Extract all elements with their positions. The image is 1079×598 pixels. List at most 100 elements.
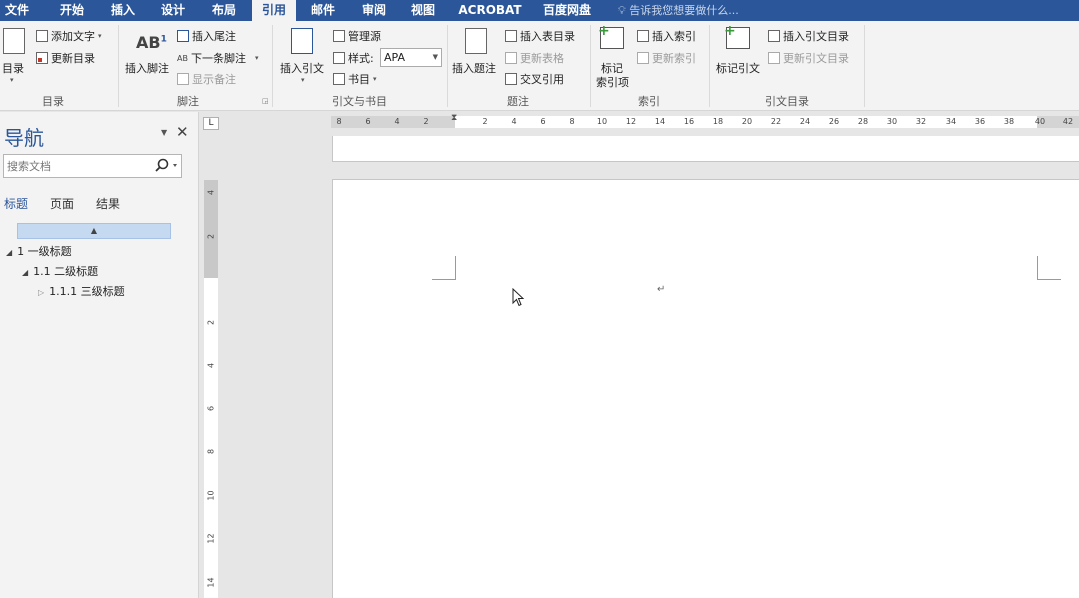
insert-caption-icon bbox=[465, 28, 487, 54]
heading-item-level3[interactable]: ▷ 1.1.1 三级标题 bbox=[38, 283, 125, 299]
chevron-down-icon: ▼ bbox=[432, 53, 438, 61]
toc-dropdown-icon[interactable]: ▾ bbox=[10, 76, 14, 84]
ribbon: 目录 ▾ 添加文字 ▾ 更新目录 目录 AB1 插入脚注 插入尾注 AB 下一条脚注… bbox=[0, 21, 1079, 111]
insert-toa-icon bbox=[768, 30, 780, 42]
tab-selector[interactable]: L bbox=[203, 117, 219, 130]
insert-endnote-button[interactable]: 插入尾注 bbox=[177, 28, 236, 44]
collapsed-triangle-icon[interactable]: ▷ bbox=[38, 288, 44, 297]
manage-sources-button[interactable]: 管理源 bbox=[333, 28, 381, 44]
group-separator bbox=[709, 25, 710, 107]
insert-footnote-icon: AB1 bbox=[136, 33, 167, 52]
show-notes-icon bbox=[177, 73, 189, 85]
tab-view[interactable]: 视图 bbox=[406, 0, 440, 21]
nav-search-box bbox=[3, 154, 182, 178]
collapse-headings-bar[interactable]: ▲ bbox=[17, 223, 171, 239]
ruler-tick: 2 bbox=[206, 319, 216, 326]
tab-design[interactable]: 设计 bbox=[156, 0, 190, 21]
ruler-tick: 4 bbox=[511, 117, 517, 126]
ruler-tick: 18 bbox=[712, 117, 724, 126]
next-footnote-icon: AB bbox=[177, 53, 188, 63]
tab-mailings[interactable]: 邮件 bbox=[306, 0, 340, 21]
ruler-tick: 12 bbox=[625, 117, 637, 126]
group-separator bbox=[590, 25, 591, 107]
first-line-indent-marker-icon[interactable]: ⧗ bbox=[451, 113, 457, 123]
ruler-tick: 10 bbox=[596, 117, 608, 126]
tab-review[interactable]: 审阅 bbox=[356, 0, 392, 21]
heading-item-level1[interactable]: ◢ 1 一级标题 bbox=[6, 243, 72, 259]
mouse-cursor-icon bbox=[512, 288, 525, 307]
show-notes-button[interactable]: 显示备注 bbox=[177, 71, 236, 87]
bibliography-button[interactable]: 书目 ▾ bbox=[333, 71, 377, 87]
ruler-tick: 14 bbox=[654, 117, 666, 126]
tell-me-text: 告诉我您想要做什么... bbox=[629, 4, 739, 17]
heading-item-level2[interactable]: ◢ 1.1 二级标题 bbox=[22, 263, 98, 279]
expanded-triangle-icon[interactable]: ◢ bbox=[22, 268, 28, 277]
update-toa-button[interactable]: 更新引文目录 bbox=[768, 50, 849, 66]
ruler-tick: 4 bbox=[394, 117, 400, 126]
plus-icon: + bbox=[598, 23, 610, 39]
tab-acrobat[interactable]: ACROBAT bbox=[456, 0, 524, 21]
tab-insert[interactable]: 插入 bbox=[106, 0, 140, 21]
ruler-tick: 22 bbox=[770, 117, 782, 126]
tab-file[interactable]: 文件 bbox=[0, 0, 34, 21]
next-footnote-button[interactable]: AB 下一条脚注 ▾ bbox=[177, 50, 258, 66]
style-label: 样式: bbox=[333, 50, 374, 66]
navigation-pane: 导航 ▼ ✕ 标题 页面 结果 ▲ ◢1 一级标题 ◢1.1 二级标题 ▷1.1… bbox=[0, 112, 199, 598]
group-toc-label: 目录 bbox=[42, 95, 64, 108]
insert-caption-button[interactable]: 插入题注 bbox=[452, 60, 496, 76]
add-text-button[interactable]: 添加文字 ▾ bbox=[36, 28, 102, 44]
insert-toa-button[interactable]: 插入引文目录 bbox=[768, 28, 849, 44]
left-margin-shade bbox=[331, 116, 455, 128]
paragraph-mark: ↵ bbox=[657, 284, 666, 295]
table-of-contents-icon bbox=[3, 28, 25, 54]
mark-citation-button[interactable]: 标记引文 bbox=[716, 60, 760, 76]
update-table-button[interactable]: 更新表格 bbox=[505, 50, 564, 66]
nav-search-input[interactable] bbox=[7, 158, 147, 174]
group-separator bbox=[864, 25, 865, 107]
update-toc-button[interactable]: 更新目录 bbox=[36, 50, 95, 66]
ruler-tick: 16 bbox=[683, 117, 695, 126]
footnote-dialog-launcher-icon[interactable]: ◲ bbox=[262, 97, 269, 105]
insert-citation-button[interactable]: 插入引文 bbox=[280, 60, 324, 76]
citation-style-select[interactable]: APA ▼ bbox=[380, 48, 442, 67]
vertical-ruler[interactable]: 4 2 2 4 6 8 10 12 14 bbox=[204, 180, 218, 598]
expanded-triangle-icon[interactable]: ◢ bbox=[6, 248, 12, 257]
tell-me-box[interactable]: 💡︎ 告诉我您想要做什么... bbox=[618, 0, 739, 21]
ruler-tick: 42 bbox=[1062, 117, 1074, 126]
cross-reference-button[interactable]: 交叉引用 bbox=[505, 71, 564, 87]
ruler-tick: 10 bbox=[206, 490, 216, 501]
nav-search-button[interactable] bbox=[152, 157, 180, 175]
ruler-tick: 30 bbox=[886, 117, 898, 126]
insert-footnote-button[interactable]: 插入脚注 bbox=[125, 60, 169, 76]
ruler-tick: 38 bbox=[1003, 117, 1015, 126]
group-citations-label: 引文与书目 bbox=[332, 95, 387, 108]
nav-title: 导航 bbox=[4, 126, 44, 150]
insert-citation-icon bbox=[291, 28, 313, 54]
insert-table-of-figures-button[interactable]: 插入表目录 bbox=[505, 28, 575, 44]
ruler-tick: 6 bbox=[206, 405, 216, 412]
nav-tab-results[interactable]: 结果 bbox=[96, 195, 120, 212]
tab-references[interactable]: 引用 bbox=[252, 0, 296, 21]
insert-index-button[interactable]: 插入索引 bbox=[637, 28, 696, 44]
ruler-tick: 2 bbox=[423, 117, 429, 126]
nav-tab-pages[interactable]: 页面 bbox=[50, 195, 74, 212]
update-index-button[interactable]: 更新索引 bbox=[637, 50, 696, 66]
update-toa-icon bbox=[768, 52, 780, 64]
previous-page-bottom bbox=[332, 136, 1079, 162]
document-page[interactable] bbox=[332, 179, 1079, 598]
group-index-label: 索引 bbox=[638, 95, 660, 108]
ruler-tick: 8 bbox=[336, 117, 342, 126]
close-icon[interactable]: ✕ bbox=[176, 123, 189, 141]
tab-home[interactable]: 开始 bbox=[54, 0, 90, 21]
nav-options-icon[interactable]: ▼ bbox=[161, 128, 167, 137]
tab-baidu-netdisk[interactable]: 百度网盘 bbox=[538, 0, 596, 21]
style-icon bbox=[333, 52, 345, 64]
insert-citation-dropdown-icon[interactable]: ▾ bbox=[301, 76, 305, 84]
ruler-tick: 2 bbox=[206, 233, 216, 240]
ruler-tick: 6 bbox=[365, 117, 371, 126]
mark-entry-button-line2: 索引项 bbox=[596, 76, 629, 89]
tab-layout[interactable]: 布局 bbox=[206, 0, 242, 21]
horizontal-ruler[interactable]: 8 6 4 2 2 4 6 8 10 12 14 16 18 20 22 24 … bbox=[331, 113, 1079, 128]
toc-button[interactable]: 目录 bbox=[2, 60, 24, 76]
nav-tab-headings[interactable]: 标题 bbox=[4, 195, 28, 212]
